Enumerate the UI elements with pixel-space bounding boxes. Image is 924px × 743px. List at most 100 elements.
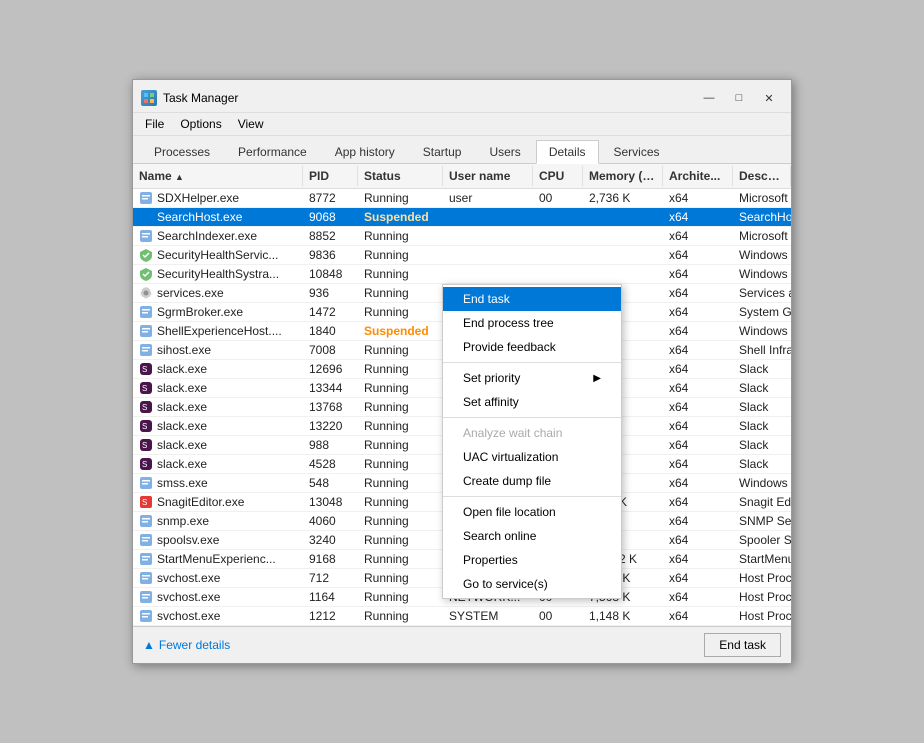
col-name[interactable]: Name ▲ <box>133 166 303 186</box>
cell-pid: 548 <box>303 474 358 492</box>
context-menu-item-label: Set priority <box>463 371 520 385</box>
cell-user <box>443 208 533 226</box>
window-title: Task Manager <box>163 91 695 105</box>
context-menu-separator <box>443 496 621 497</box>
close-button[interactable]: ✕ <box>755 88 783 108</box>
cell-name: SearchIndexer.exe <box>133 227 303 245</box>
cell-desc: Windows Sec... <box>733 246 791 264</box>
menu-view[interactable]: View <box>230 115 272 133</box>
cell-pid: 1212 <box>303 607 358 625</box>
cell-desc: Slack <box>733 455 791 473</box>
table-row[interactable]: SecurityHealthSystra... 10848 Running x6… <box>133 265 791 284</box>
col-cpu[interactable]: CPU <box>533 166 583 186</box>
svg-text:S: S <box>142 365 147 374</box>
table-row[interactable]: SearchHost.exe 9068 Suspended x64 Search… <box>133 208 791 227</box>
context-menu-item-label: UAC virtualization <box>463 450 558 464</box>
cell-cpu <box>533 246 583 264</box>
tab-processes[interactable]: Processes <box>141 140 223 163</box>
end-task-button[interactable]: End task <box>704 633 781 657</box>
cell-desc: Windows Sec... <box>733 265 791 283</box>
cell-desc: Spooler SubS... <box>733 531 791 549</box>
context-menu-item[interactable]: Set affinity <box>443 390 621 414</box>
cell-name: snmp.exe <box>133 512 303 530</box>
context-menu-item[interactable]: Search online <box>443 524 621 548</box>
svg-text:S: S <box>142 498 147 507</box>
cell-name: S slack.exe <box>133 398 303 416</box>
cell-user <box>443 227 533 245</box>
cell-pid: 712 <box>303 569 358 587</box>
cell-name: S slack.exe <box>133 436 303 454</box>
col-memory[interactable]: Memory (a... <box>583 166 663 186</box>
context-menu-item-label: Open file location <box>463 505 556 519</box>
cell-name: SearchHost.exe <box>133 208 303 226</box>
cell-status: Running <box>358 227 443 245</box>
table-row[interactable]: SearchIndexer.exe 8852 Running x64 Micro… <box>133 227 791 246</box>
cell-status: Running <box>358 265 443 283</box>
col-desc[interactable]: Description <box>733 166 791 186</box>
tab-users[interactable]: Users <box>476 140 533 163</box>
context-menu-item[interactable]: End task <box>443 287 621 311</box>
svg-text:S: S <box>142 441 147 450</box>
context-menu-item[interactable]: Provide feedback <box>443 335 621 359</box>
context-menu-item-label: Go to service(s) <box>463 577 548 591</box>
cell-memory: 1,148 K <box>583 607 663 625</box>
col-status[interactable]: Status <box>358 166 443 186</box>
cell-user <box>443 246 533 264</box>
process-icon <box>139 286 153 300</box>
tab-startup[interactable]: Startup <box>410 140 475 163</box>
context-menu-item[interactable]: UAC virtualization <box>443 445 621 469</box>
cell-pid: 12696 <box>303 360 358 378</box>
cell-arch: x64 <box>663 303 733 321</box>
table-row[interactable]: SDXHelper.exe 8772 Running user 00 2,736… <box>133 189 791 208</box>
process-icon: S <box>139 381 153 395</box>
minimize-button[interactable]: — <box>695 88 723 108</box>
table-row[interactable]: svchost.exe 1212 Running SYSTEM 00 1,148… <box>133 607 791 626</box>
cell-pid: 1472 <box>303 303 358 321</box>
context-menu-item[interactable]: End process tree <box>443 311 621 335</box>
cell-status: Suspended <box>358 322 443 340</box>
cell-arch: x64 <box>663 436 733 454</box>
tab-app-history[interactable]: App history <box>322 140 408 163</box>
col-pid[interactable]: PID <box>303 166 358 186</box>
cell-status: Running <box>358 303 443 321</box>
context-menu-item-label: End task <box>463 292 510 306</box>
cell-memory <box>583 246 663 264</box>
maximize-button[interactable]: □ <box>725 88 753 108</box>
cell-desc: Slack <box>733 398 791 416</box>
tab-details[interactable]: Details <box>536 140 599 164</box>
menu-options[interactable]: Options <box>172 115 229 133</box>
cell-user: SYSTEM <box>443 607 533 625</box>
menu-file[interactable]: File <box>137 115 172 133</box>
context-menu-item[interactable]: Properties <box>443 548 621 572</box>
fewer-details-link[interactable]: ▲ Fewer details <box>143 638 230 652</box>
cell-arch: x64 <box>663 360 733 378</box>
cell-arch: x64 <box>663 208 733 226</box>
cell-desc: Slack <box>733 417 791 435</box>
cell-desc: Microsoft Wi... <box>733 227 791 245</box>
cell-status: Running <box>358 512 443 530</box>
table-row[interactable]: SecurityHealthServic... 9836 Running x64… <box>133 246 791 265</box>
cell-desc: SNMP Service <box>733 512 791 530</box>
process-icon <box>139 267 153 281</box>
cell-status: Running <box>358 455 443 473</box>
context-menu-item[interactable]: Open file location <box>443 500 621 524</box>
context-menu-item[interactable]: Create dump file <box>443 469 621 493</box>
col-username[interactable]: User name <box>443 166 533 186</box>
col-arch[interactable]: Archite... <box>663 166 733 186</box>
cell-pid: 10848 <box>303 265 358 283</box>
cell-status: Running <box>358 284 443 302</box>
tab-performance[interactable]: Performance <box>225 140 320 163</box>
cell-desc: Shell Infrastru... <box>733 341 791 359</box>
cell-status: Running <box>358 550 443 568</box>
tab-services[interactable]: Services <box>601 140 673 163</box>
context-menu-separator <box>443 362 621 363</box>
cell-desc: Host Process ... <box>733 569 791 587</box>
cell-status: Running <box>358 569 443 587</box>
cell-pid: 8852 <box>303 227 358 245</box>
cell-name: S slack.exe <box>133 379 303 397</box>
process-icon: S <box>139 362 153 376</box>
context-menu-item[interactable]: Set priority▶ <box>443 366 621 390</box>
context-menu-item[interactable]: Go to service(s) <box>443 572 621 596</box>
cell-pid: 1840 <box>303 322 358 340</box>
cell-status: Running <box>358 474 443 492</box>
